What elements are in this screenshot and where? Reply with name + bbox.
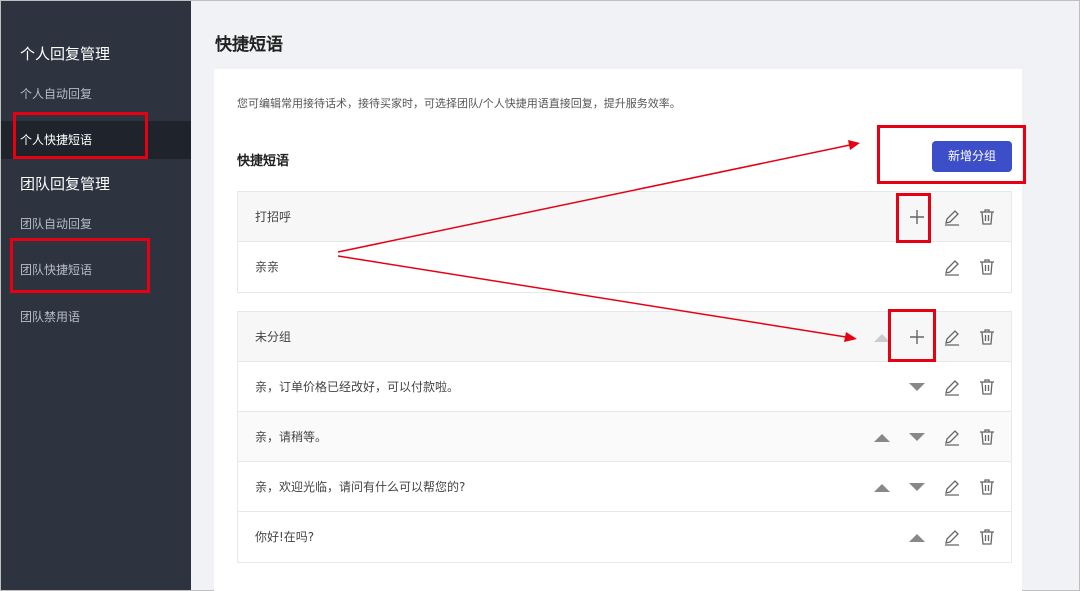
group-name: 打招呼 [255, 210, 292, 224]
highlight-box [896, 193, 931, 243]
arrow-up-icon[interactable] [907, 527, 927, 547]
phrase-row: 亲，订单价格已经改好，可以付款啦。 [238, 362, 1011, 412]
highlight-box [888, 309, 936, 362]
sidebar-group-personal: 个人回复管理 [20, 45, 111, 63]
pencil-icon[interactable] [942, 427, 962, 447]
sidebar: 个人回复管理 个人自动回复 个人快捷短语 团队回复管理 团队自动回复 团队快捷短… [1, 1, 191, 590]
section-title: 快捷短语 [237, 154, 290, 169]
pencil-icon[interactable] [942, 377, 962, 397]
group-name: 未分组 [255, 330, 292, 344]
highlight-box [10, 238, 150, 293]
sidebar-group-team: 团队回复管理 [20, 175, 111, 193]
sidebar-item-team-banned-words[interactable]: 团队禁用语 [1, 298, 191, 336]
trash-icon[interactable] [977, 257, 997, 277]
pencil-icon[interactable] [942, 477, 962, 497]
trash-icon[interactable] [977, 207, 997, 227]
phrase-text: 亲，订单价格已经改好，可以付款啦。 [255, 380, 460, 394]
phrase-text: 你好!在吗? [255, 530, 315, 544]
trash-icon[interactable] [977, 327, 997, 347]
highlight-box [13, 112, 148, 159]
pencil-icon[interactable] [942, 527, 962, 547]
phrase-row: 亲，欢迎光临，请问有什么可以帮您的? [238, 462, 1011, 512]
page-description: 您可编辑常用接待话术，接待买家时，可选择团队/个人快捷用语直接回复，提升服务效率… [237, 97, 681, 110]
trash-icon[interactable] [977, 477, 997, 497]
page-title: 快捷短语 [215, 35, 283, 55]
phrase-row: 你好!在吗? [238, 512, 1011, 562]
arrow-up-icon[interactable] [872, 427, 892, 447]
phrase-text: 亲，欢迎光临，请问有什么可以帮您的? [255, 480, 466, 494]
trash-icon[interactable] [977, 377, 997, 397]
phrase-row: 亲亲 [238, 242, 1011, 292]
sidebar-item-personal-auto-reply[interactable]: 个人自动回复 [1, 75, 191, 113]
pencil-icon[interactable] [942, 257, 962, 277]
trash-icon[interactable] [977, 427, 997, 447]
pencil-icon[interactable] [942, 327, 962, 347]
arrow-down-icon[interactable] [907, 427, 927, 447]
phrase-row: 亲，请稍等。 [238, 412, 1011, 462]
arrow-down-icon[interactable] [907, 477, 927, 497]
arrow-up-icon[interactable] [872, 477, 892, 497]
phrase-text: 亲亲 [255, 260, 280, 274]
highlight-box [877, 125, 1026, 184]
trash-icon[interactable] [977, 527, 997, 547]
arrow-down-icon[interactable] [907, 377, 927, 397]
phrase-text: 亲，请稍等。 [255, 430, 328, 444]
pencil-icon[interactable] [942, 207, 962, 227]
